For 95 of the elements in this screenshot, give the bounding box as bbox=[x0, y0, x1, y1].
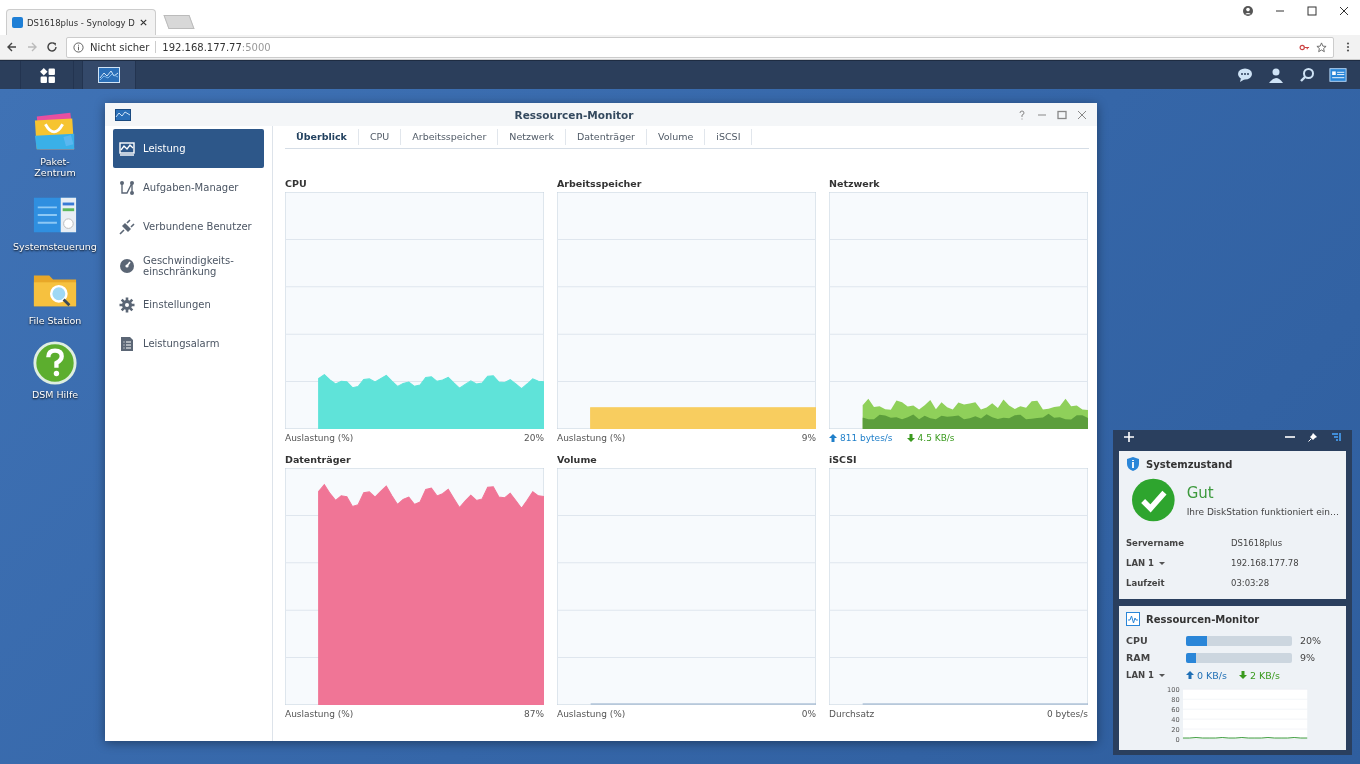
info-icon bbox=[73, 41, 84, 53]
arrow-up-icon bbox=[829, 434, 837, 442]
meter-value: 20% bbox=[1300, 635, 1322, 646]
resource-monitor-taskbar-button[interactable] bbox=[82, 61, 136, 89]
url-text: 192.168.177.77:5000 bbox=[162, 41, 271, 53]
sidebar-item[interactable]: Verbundene Benutzer bbox=[113, 207, 264, 246]
chat-icon[interactable] bbox=[1236, 67, 1254, 83]
info-shield-icon bbox=[1126, 457, 1140, 471]
axis-label: Auslastung (%) bbox=[557, 433, 626, 443]
tab-title: DS1618plus - Synology D bbox=[27, 17, 135, 28]
sidebar-item[interactable]: Geschwindigkeits- einschränkung bbox=[113, 246, 264, 285]
axis-label: Auslastung (%) bbox=[285, 709, 354, 719]
help-icon[interactable] bbox=[32, 340, 78, 386]
tab[interactable]: Überblick bbox=[285, 129, 359, 145]
close-icon[interactable] bbox=[138, 18, 148, 27]
add-icon[interactable] bbox=[1124, 432, 1134, 442]
usage-value: 0 bytes/s bbox=[1046, 709, 1088, 719]
axis-label: Auslastung (%) bbox=[557, 709, 626, 719]
user-icon[interactable] bbox=[1267, 67, 1285, 83]
reload-icon[interactable] bbox=[46, 41, 58, 53]
caret-icon[interactable] bbox=[1158, 672, 1166, 678]
maximize-icon[interactable] bbox=[1057, 109, 1067, 120]
chart-title: CPU bbox=[285, 178, 308, 190]
chart-title: Arbeitsspeicher bbox=[557, 178, 643, 190]
widget-title: Ressourcen-Monitor bbox=[1146, 613, 1260, 625]
graph-icon bbox=[119, 140, 135, 157]
grid-icon bbox=[38, 66, 56, 84]
widgets-icon[interactable] bbox=[1329, 67, 1347, 83]
panel-icon[interactable] bbox=[1331, 432, 1341, 442]
sidebar-item[interactable]: Einstellungen bbox=[113, 285, 264, 324]
desktop-icon-label: File Station bbox=[28, 315, 82, 326]
gear-icon bbox=[119, 296, 135, 313]
chart-title: Volume bbox=[557, 454, 598, 466]
dsm-icon bbox=[12, 17, 23, 28]
sidebar-item[interactable]: Leistungsalarm bbox=[113, 324, 264, 363]
maximize-icon[interactable] bbox=[1306, 4, 1318, 17]
info-label: LAN 1 bbox=[1126, 558, 1154, 568]
close-icon[interactable] bbox=[1338, 4, 1350, 17]
back-icon[interactable] bbox=[6, 41, 18, 53]
axis-label: Durchsatz bbox=[829, 709, 875, 719]
tab[interactable]: iSCSI bbox=[705, 129, 753, 145]
widget-title: Systemzustand bbox=[1146, 458, 1233, 470]
sidebar-item[interactable]: Leistung bbox=[113, 129, 264, 168]
meter-value: 9% bbox=[1300, 652, 1316, 663]
info-value: DS1618plus bbox=[1231, 538, 1284, 548]
list-icon bbox=[119, 335, 135, 352]
info-value: 192.168.177.78 bbox=[1231, 558, 1300, 568]
desktop-icon-label: Paket- Zentrum bbox=[34, 156, 76, 178]
arrow-down-icon bbox=[906, 434, 915, 442]
usage-value: 20% bbox=[524, 433, 544, 443]
caret-icon[interactable] bbox=[1158, 560, 1166, 566]
tab[interactable]: Arbeitsspeicher bbox=[401, 129, 499, 145]
chart-title: Netzwerk bbox=[829, 178, 881, 190]
chart-title: iSCSI bbox=[829, 454, 858, 466]
usage-value: 87% bbox=[524, 709, 544, 719]
usage-value: 0% bbox=[801, 709, 816, 719]
tab[interactable]: Volume bbox=[646, 129, 706, 145]
upload-rate: 811 bytes/s bbox=[840, 433, 893, 443]
info-label: Laufzeit bbox=[1126, 578, 1165, 588]
arrow-up-icon bbox=[1186, 671, 1194, 679]
monitor-graph-icon bbox=[115, 108, 131, 121]
plug-icon bbox=[119, 218, 135, 235]
pin-icon[interactable] bbox=[1308, 432, 1318, 442]
usage-value: 9% bbox=[801, 433, 816, 443]
search-icon[interactable] bbox=[1298, 67, 1316, 83]
meter-label: CPU bbox=[1126, 635, 1149, 646]
axis-label: Auslastung (%) bbox=[285, 433, 354, 443]
download-rate: 4.5 KB/s bbox=[917, 433, 955, 443]
browser-tab[interactable]: DS1618plus - Synology D bbox=[6, 9, 156, 35]
meter-label: RAM bbox=[1126, 652, 1152, 663]
desktop-icon-label: Systemsteuerung bbox=[13, 241, 97, 252]
check-icon bbox=[1132, 477, 1175, 523]
profile-icon[interactable] bbox=[1242, 4, 1254, 17]
sidebar-item[interactable]: Aufgaben-Manager bbox=[113, 168, 264, 207]
tab[interactable]: CPU bbox=[358, 129, 402, 145]
monitor-graph-icon bbox=[1126, 612, 1140, 626]
monitor-graph-icon bbox=[98, 67, 120, 83]
info-value: 03:03:28 bbox=[1231, 578, 1271, 588]
status-message: Ihre DiskStation funktioniert ein… bbox=[1186, 506, 1339, 517]
status-text: Gut bbox=[1186, 483, 1215, 502]
flow-icon bbox=[119, 179, 135, 196]
tab[interactable]: Netzwerk bbox=[498, 129, 566, 145]
download-rate: 2 KB/s bbox=[1249, 669, 1280, 681]
upload-rate: 0 KB/s bbox=[1197, 669, 1227, 681]
window-title: Ressourcen-Monitor bbox=[513, 108, 635, 121]
info-label: LAN 1 bbox=[1126, 670, 1154, 680]
gauge-icon bbox=[119, 257, 135, 274]
address-field[interactable]: Nicht sicher 192.168.177.77:5000 bbox=[66, 36, 1334, 58]
desktop-icon-label: DSM Hilfe bbox=[31, 389, 79, 400]
tab[interactable]: Datenträger bbox=[566, 129, 647, 145]
security-label: Nicht sicher bbox=[90, 41, 150, 53]
star-icon[interactable] bbox=[1316, 41, 1327, 53]
arrow-down-icon bbox=[1238, 671, 1247, 679]
info-label: Servername bbox=[1126, 538, 1184, 548]
chart-title: Datenträger bbox=[285, 454, 352, 466]
